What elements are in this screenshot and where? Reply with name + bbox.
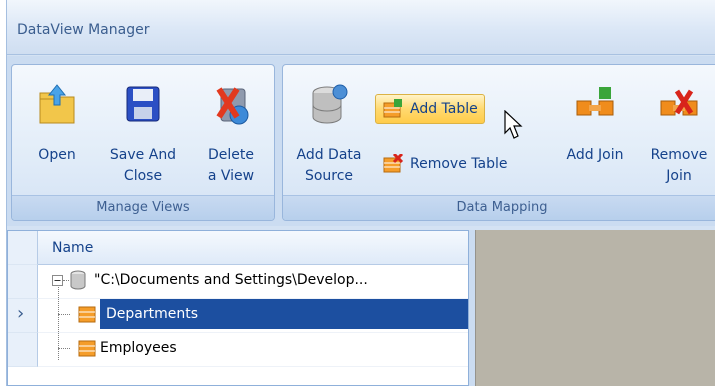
name-column-header[interactable]: Name xyxy=(38,231,468,265)
tree-connector xyxy=(58,348,70,349)
add-table-label: Add Table xyxy=(410,101,478,117)
save-and-close-button[interactable]: Save And Close xyxy=(100,65,186,193)
data-source-path: "C:\Documents and Settings\Develop... xyxy=(94,272,368,288)
remove-join-button[interactable]: Remove Join xyxy=(639,65,715,193)
remove-join-label: Remove Join xyxy=(650,147,708,184)
table-icon xyxy=(78,306,96,323)
window-title: DataView Manager xyxy=(17,22,150,38)
database-gear-icon xyxy=(312,84,348,124)
add-data-source-button[interactable]: Add Data Source xyxy=(287,65,371,193)
save-and-close-label: Save And Close xyxy=(109,147,177,184)
remove-table-label: Remove Table xyxy=(410,156,508,172)
delete-view-button[interactable]: Delete a View xyxy=(194,65,268,193)
delete-view-label: Delete a View xyxy=(207,147,255,184)
tree-row-departments[interactable]: Departments xyxy=(38,299,468,333)
add-table-button[interactable]: Add Table xyxy=(375,94,485,124)
tree-connector xyxy=(58,314,70,315)
tree-row-employees[interactable]: Employees xyxy=(38,333,468,367)
database-icon xyxy=(70,270,86,290)
open-button[interactable]: Open xyxy=(22,65,92,193)
remove-table-button[interactable]: Remove Table xyxy=(375,149,514,179)
row-indicator xyxy=(8,333,38,367)
manage-views-group-label: Manage Views xyxy=(12,195,274,220)
ribbon: Open Save And Close Delete a View Manage xyxy=(7,56,715,226)
add-join-label: Add Join xyxy=(566,147,624,163)
diagram-canvas[interactable] xyxy=(475,230,715,386)
table-name: Departments xyxy=(100,299,468,329)
remove-join-icon xyxy=(660,89,698,116)
manage-views-group: Open Save And Close Delete a View Manage xyxy=(11,64,275,221)
table-icon xyxy=(78,340,96,357)
row-indicator xyxy=(8,265,38,299)
collapse-icon[interactable] xyxy=(52,275,63,286)
app-window: DataView Manager Open Save And Close Del… xyxy=(6,0,715,386)
table-name: Employees xyxy=(100,340,177,356)
open-label: Open xyxy=(38,147,76,163)
title-bar: DataView Manager xyxy=(7,0,715,55)
open-folder-icon xyxy=(39,84,75,124)
data-mapping-group: Add Data Source Add Table Remove Table A… xyxy=(282,64,715,221)
remove-table-icon xyxy=(383,154,404,173)
delete-view-icon xyxy=(216,87,249,125)
add-data-source-label: Add Data Source xyxy=(296,147,362,184)
data-tree-panel: Name "C:\Documents and Settings\Develop.… xyxy=(7,230,469,386)
current-row-arrow-icon: › xyxy=(17,303,25,324)
tree-row-root[interactable]: "C:\Documents and Settings\Develop... xyxy=(38,265,468,299)
mouse-cursor-icon xyxy=(504,110,523,139)
save-disk-icon xyxy=(126,86,160,122)
add-table-icon xyxy=(383,99,402,118)
tree-connector xyxy=(63,280,69,281)
data-mapping-group-label: Data Mapping xyxy=(283,195,715,220)
row-indicator-current: › xyxy=(8,299,38,333)
header-row-indicator xyxy=(8,231,38,265)
add-join-button[interactable]: Add Join xyxy=(557,65,633,193)
add-join-icon xyxy=(576,87,614,116)
